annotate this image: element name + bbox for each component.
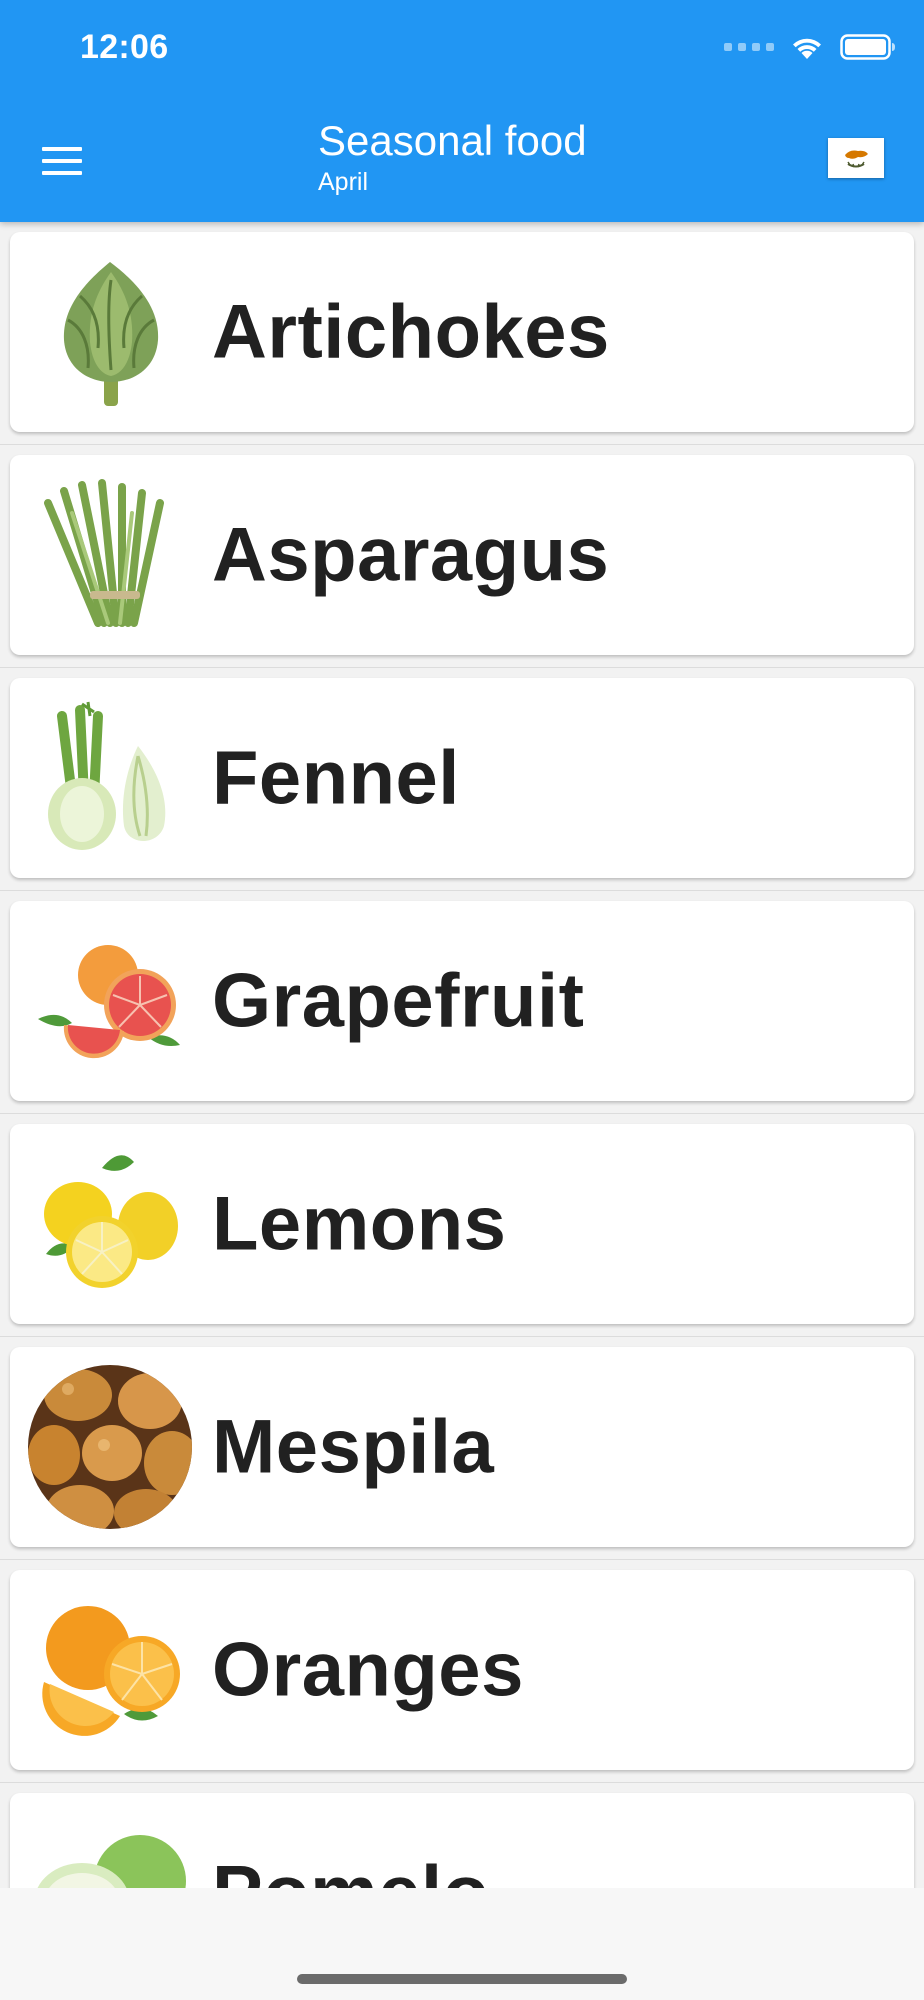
list-item[interactable]: Lemons (10, 1124, 914, 1324)
item-name: Artichokes (212, 289, 610, 375)
signal-icon (724, 43, 774, 51)
title-block: Seasonal food April (318, 117, 587, 197)
divider (0, 444, 924, 445)
divider (0, 1336, 924, 1337)
fennel-icon (28, 696, 192, 860)
list-item[interactable]: Pomelo (10, 1793, 914, 1888)
item-name: Fennel (212, 735, 460, 821)
page-title: Seasonal food (318, 117, 587, 164)
top-bar: 12:06 Seasonal food April (0, 0, 924, 222)
item-name: Lemons (212, 1181, 507, 1267)
item-name: Pomelo (212, 1850, 490, 1889)
asparagus-icon (28, 473, 192, 637)
item-name: Grapefruit (212, 958, 585, 1044)
list-item[interactable]: Artichokes (10, 232, 914, 432)
bottom-safe-area (0, 1888, 924, 2000)
lemon-icon (28, 1142, 192, 1306)
hamburger-menu-icon[interactable] (36, 138, 90, 184)
list-item[interactable]: Asparagus (10, 455, 914, 655)
divider (0, 890, 924, 891)
status-icons (724, 34, 896, 60)
item-name: Oranges (212, 1627, 524, 1713)
page-subtitle: April (318, 168, 369, 197)
app-bar: Seasonal food April (0, 100, 924, 222)
status-time: 12:06 (80, 28, 169, 66)
wifi-icon (790, 34, 824, 60)
mespila-icon (28, 1365, 192, 1529)
divider (0, 667, 924, 668)
pomelo-icon (28, 1811, 192, 1888)
food-list: Artichokes Asparagus Fennel Grapefruit L… (0, 222, 924, 1888)
grapefruit-icon (28, 919, 192, 1083)
list-item[interactable]: Grapefruit (10, 901, 914, 1101)
cyprus-flag-icon[interactable] (828, 138, 884, 178)
list-item[interactable]: Fennel (10, 678, 914, 878)
home-indicator[interactable] (297, 1974, 627, 1984)
orange-icon (28, 1588, 192, 1752)
list-item[interactable]: Oranges (10, 1570, 914, 1770)
item-name: Mespila (212, 1404, 495, 1490)
screen: 12:06 Seasonal food April Artichokes Asp… (0, 0, 924, 2000)
divider (0, 1782, 924, 1783)
list-item[interactable]: Mespila (10, 1347, 914, 1547)
item-name: Asparagus (212, 512, 610, 598)
divider (0, 1113, 924, 1114)
artichoke-icon (28, 250, 192, 414)
battery-icon (840, 34, 896, 60)
divider (0, 1559, 924, 1560)
